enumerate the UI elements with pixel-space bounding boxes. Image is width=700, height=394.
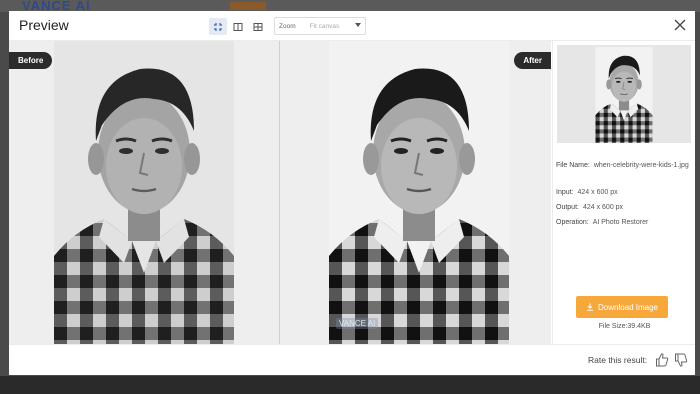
chevron-down-icon [355,23,361,27]
split-view-button[interactable] [229,18,247,35]
after-pane: VANCE AI After [280,41,551,344]
watermark: VANCE AI [336,318,379,329]
file-name-row: File Name: when-celebrity-were-kids-1.jpg [556,161,694,171]
modal-footer: Rate this result: [9,344,695,375]
operation-value: AI Photo Restorer [592,219,649,226]
after-tag: After [514,52,551,69]
file-size: File Size:39.4KB [598,323,651,330]
operation-label: Operation: [556,219,589,226]
close-icon[interactable] [673,18,687,32]
after-image [329,41,509,344]
output-label: Output: [556,204,579,211]
grid-view-button[interactable] [249,18,267,35]
output-row: Output: 424 x 600 px [556,203,694,213]
rate-label: Rate this result: [588,355,648,365]
background-button [230,2,266,10]
file-name-label: File Name: [556,162,590,169]
fit-screen-icon [214,22,222,31]
before-pane: Before [9,41,279,344]
output-value: 424 x 600 px [582,204,624,211]
modal-title: Preview [19,17,69,33]
modal-header: Preview Zoom Fit canvas [9,11,695,41]
thumbs-up-icon[interactable] [655,352,669,368]
grid-view-icon [253,22,263,31]
preview-modal: Preview Zoom Fit canvas Before VANCE AI … [9,11,695,375]
thumbs-down-icon[interactable] [674,352,688,368]
zoom-select[interactable]: Zoom Fit canvas [274,17,366,35]
result-thumbnail [557,45,691,143]
download-label: Download Image [597,302,659,312]
thumbnail-image [595,47,653,143]
info-panel: File Name: when-celebrity-were-kids-1.jpg… [552,41,695,344]
before-tag: Before [9,52,53,69]
zoom-label: Zoom [279,22,296,30]
zoom-value: Fit canvas [309,22,340,30]
input-label: Input: [556,189,574,196]
file-name-value: when-celebrity-were-kids-1.jpg [593,162,689,169]
download-button[interactable]: Download Image [576,296,668,318]
download-icon [586,303,593,311]
input-value: 424 x 600 px [577,189,618,196]
before-image [54,41,234,344]
split-view-icon [233,22,243,31]
fit-screen-button[interactable] [209,18,227,35]
input-row: Input: 424 x 600 px [556,188,694,198]
background-footer [0,376,700,394]
operation-row: Operation: AI Photo Restorer [556,218,694,228]
view-mode-group [209,18,267,35]
